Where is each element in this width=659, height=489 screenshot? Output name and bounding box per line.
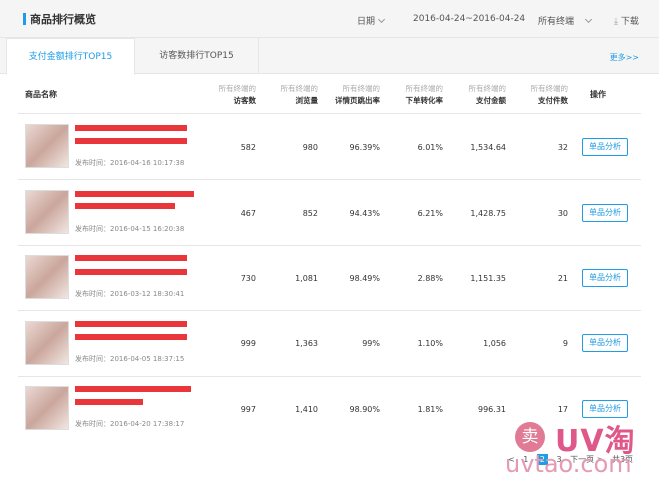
column-header-pageviews: 所有终端的 浏览量 bbox=[250, 83, 319, 107]
redacted-title bbox=[75, 386, 191, 392]
cell-conversion: 2.88% bbox=[417, 274, 443, 283]
table-row: 发布时间：2016-04-15 16:20:38 467 852 94.43% … bbox=[18, 179, 641, 245]
column-header-payment: 所有终端的 支付金额 bbox=[438, 83, 507, 107]
cell-bounce-rate: 98.90% bbox=[349, 405, 380, 414]
terminal-label: 所有终端 bbox=[538, 17, 575, 27]
date-range: 2016-04-24~2016-04-24 bbox=[413, 14, 526, 24]
column-header-prefix: 所有终端的 bbox=[342, 84, 381, 93]
column-header-bounce-rate: 所有终端的 详情页跳出率 bbox=[312, 83, 380, 107]
column-header-visitors: 所有终端的 访客数 bbox=[188, 83, 257, 107]
cell-visitors: 467 bbox=[240, 209, 256, 218]
cell-conversion: 6.01% bbox=[417, 143, 443, 152]
chevron-down-icon bbox=[377, 15, 386, 24]
cell-visitors: 997 bbox=[240, 405, 256, 414]
cell-payment: 1,056 bbox=[483, 339, 506, 348]
column-header-label: 支付件数 bbox=[538, 96, 568, 105]
cell-visitors: 999 bbox=[240, 339, 256, 348]
item-analysis-button[interactable]: 单品分析 bbox=[582, 334, 628, 352]
cell-visitors: 730 bbox=[240, 274, 256, 283]
watermark-seal: 卖 bbox=[515, 422, 545, 452]
tab-payment-top15[interactable]: 支付金额排行TOP15 bbox=[6, 38, 135, 75]
redacted-title bbox=[75, 399, 143, 405]
table-row: 发布时间：2016-03-12 18:30:41 730 1,081 98.49… bbox=[18, 245, 641, 311]
page-header: 商品排行概览 日期 2016-04-24~2016-04-24 所有终端 ⤓ 下… bbox=[0, 0, 659, 38]
cell-payment: 1,428.75 bbox=[470, 209, 506, 218]
cell-pageviews: 980 bbox=[302, 143, 318, 152]
watermark-url: uvtao.com bbox=[505, 450, 632, 478]
tab-visitors-top15[interactable]: 访客数排行TOP15 bbox=[135, 38, 259, 74]
cell-bounce-rate: 94.43% bbox=[349, 209, 380, 218]
redacted-title bbox=[75, 203, 175, 209]
column-header-label: 访客数 bbox=[233, 96, 257, 105]
column-header-label: 下单转化率 bbox=[405, 96, 444, 105]
cell-bounce-rate: 98.49% bbox=[349, 274, 380, 283]
column-header-name: 商品名称 bbox=[25, 90, 57, 99]
column-header-prefix: 所有终端的 bbox=[530, 84, 569, 93]
cell-payment: 1,151.35 bbox=[470, 274, 506, 283]
product-thumbnail[interactable] bbox=[25, 386, 69, 430]
publish-time: 发布时间：2016-03-12 18:30:41 bbox=[75, 290, 185, 298]
cell-items: 21 bbox=[557, 274, 568, 283]
column-header-prefix: 所有终端的 bbox=[405, 84, 444, 93]
cell-pageviews: 852 bbox=[302, 209, 318, 218]
redacted-title bbox=[75, 321, 187, 327]
tab-bar: 支付金额排行TOP15 访客数排行TOP15 更多>> bbox=[0, 38, 659, 75]
publish-time: 发布时间：2016-04-15 16:20:38 bbox=[75, 225, 185, 233]
terminal-dropdown[interactable]: 所有终端 bbox=[538, 14, 593, 27]
item-analysis-button[interactable]: 单品分析 bbox=[582, 204, 628, 222]
table-row: 发布时间：2016-04-16 10:17:38 582 980 96.39% … bbox=[18, 113, 641, 179]
column-header-conversion: 所有终端的 下单转化率 bbox=[375, 83, 444, 107]
page-title: 商品排行概览 bbox=[30, 13, 96, 26]
column-header-label: 支付金额 bbox=[476, 96, 506, 105]
cell-pageviews: 1,363 bbox=[295, 339, 318, 348]
more-link[interactable]: 更多>> bbox=[610, 52, 639, 63]
column-header-label: 详情页跳出率 bbox=[335, 96, 380, 105]
cell-items: 17 bbox=[557, 405, 568, 414]
cell-bounce-rate: 99% bbox=[362, 339, 380, 348]
cell-pageviews: 1,081 bbox=[295, 274, 318, 283]
cell-conversion: 1.10% bbox=[417, 339, 443, 348]
publish-time: 发布时间：2016-04-20 17:38:17 bbox=[75, 420, 185, 428]
cell-payment: 1,534.64 bbox=[470, 143, 506, 152]
cell-items: 9 bbox=[562, 339, 568, 348]
product-thumbnail[interactable] bbox=[25, 124, 69, 168]
table-row: 发布时间：2016-04-05 18:37:15 999 1,363 99% 1… bbox=[18, 310, 641, 376]
redacted-title bbox=[75, 138, 187, 144]
date-label: 日期 bbox=[357, 17, 376, 27]
redacted-title bbox=[75, 269, 187, 275]
cell-visitors: 582 bbox=[240, 143, 256, 152]
column-header-prefix: 所有终端的 bbox=[468, 84, 507, 93]
item-analysis-button[interactable]: 单品分析 bbox=[582, 269, 628, 287]
title-accent-bar bbox=[23, 13, 26, 25]
cell-items: 32 bbox=[557, 143, 568, 152]
redacted-title bbox=[75, 125, 187, 131]
cell-payment: 996.31 bbox=[478, 405, 506, 414]
publish-time: 发布时间：2016-04-05 18:37:15 bbox=[75, 355, 185, 363]
cell-conversion: 6.21% bbox=[417, 209, 443, 218]
chevron-down-icon bbox=[584, 15, 593, 24]
cell-bounce-rate: 96.39% bbox=[349, 143, 380, 152]
product-thumbnail[interactable] bbox=[25, 321, 69, 365]
redacted-title bbox=[75, 334, 187, 340]
column-header-operation: 操作 bbox=[590, 90, 606, 99]
cell-items: 30 bbox=[557, 209, 568, 218]
cell-conversion: 1.81% bbox=[417, 405, 443, 414]
date-dropdown[interactable]: 日期 bbox=[357, 14, 386, 27]
download-button[interactable]: ⤓ 下载 bbox=[614, 14, 639, 27]
redacted-title bbox=[75, 255, 187, 261]
column-header-items: 所有终端的 支付件数 bbox=[500, 83, 569, 107]
publish-time: 发布时间：2016-04-16 10:17:38 bbox=[75, 159, 185, 167]
product-thumbnail[interactable] bbox=[25, 255, 69, 299]
watermark: 卖 UV淘 uvtao.com bbox=[505, 420, 655, 482]
item-analysis-button[interactable]: 单品分析 bbox=[582, 138, 628, 156]
product-thumbnail[interactable] bbox=[25, 190, 69, 234]
cell-pageviews: 1,410 bbox=[295, 405, 318, 414]
redacted-title bbox=[75, 191, 194, 197]
column-header-label: 浏览量 bbox=[295, 96, 319, 105]
column-header-prefix: 所有终端的 bbox=[218, 84, 257, 93]
download-label: 下载 bbox=[620, 17, 639, 27]
download-icon: ⤓ bbox=[614, 17, 618, 27]
column-header-prefix: 所有终端的 bbox=[280, 84, 319, 93]
